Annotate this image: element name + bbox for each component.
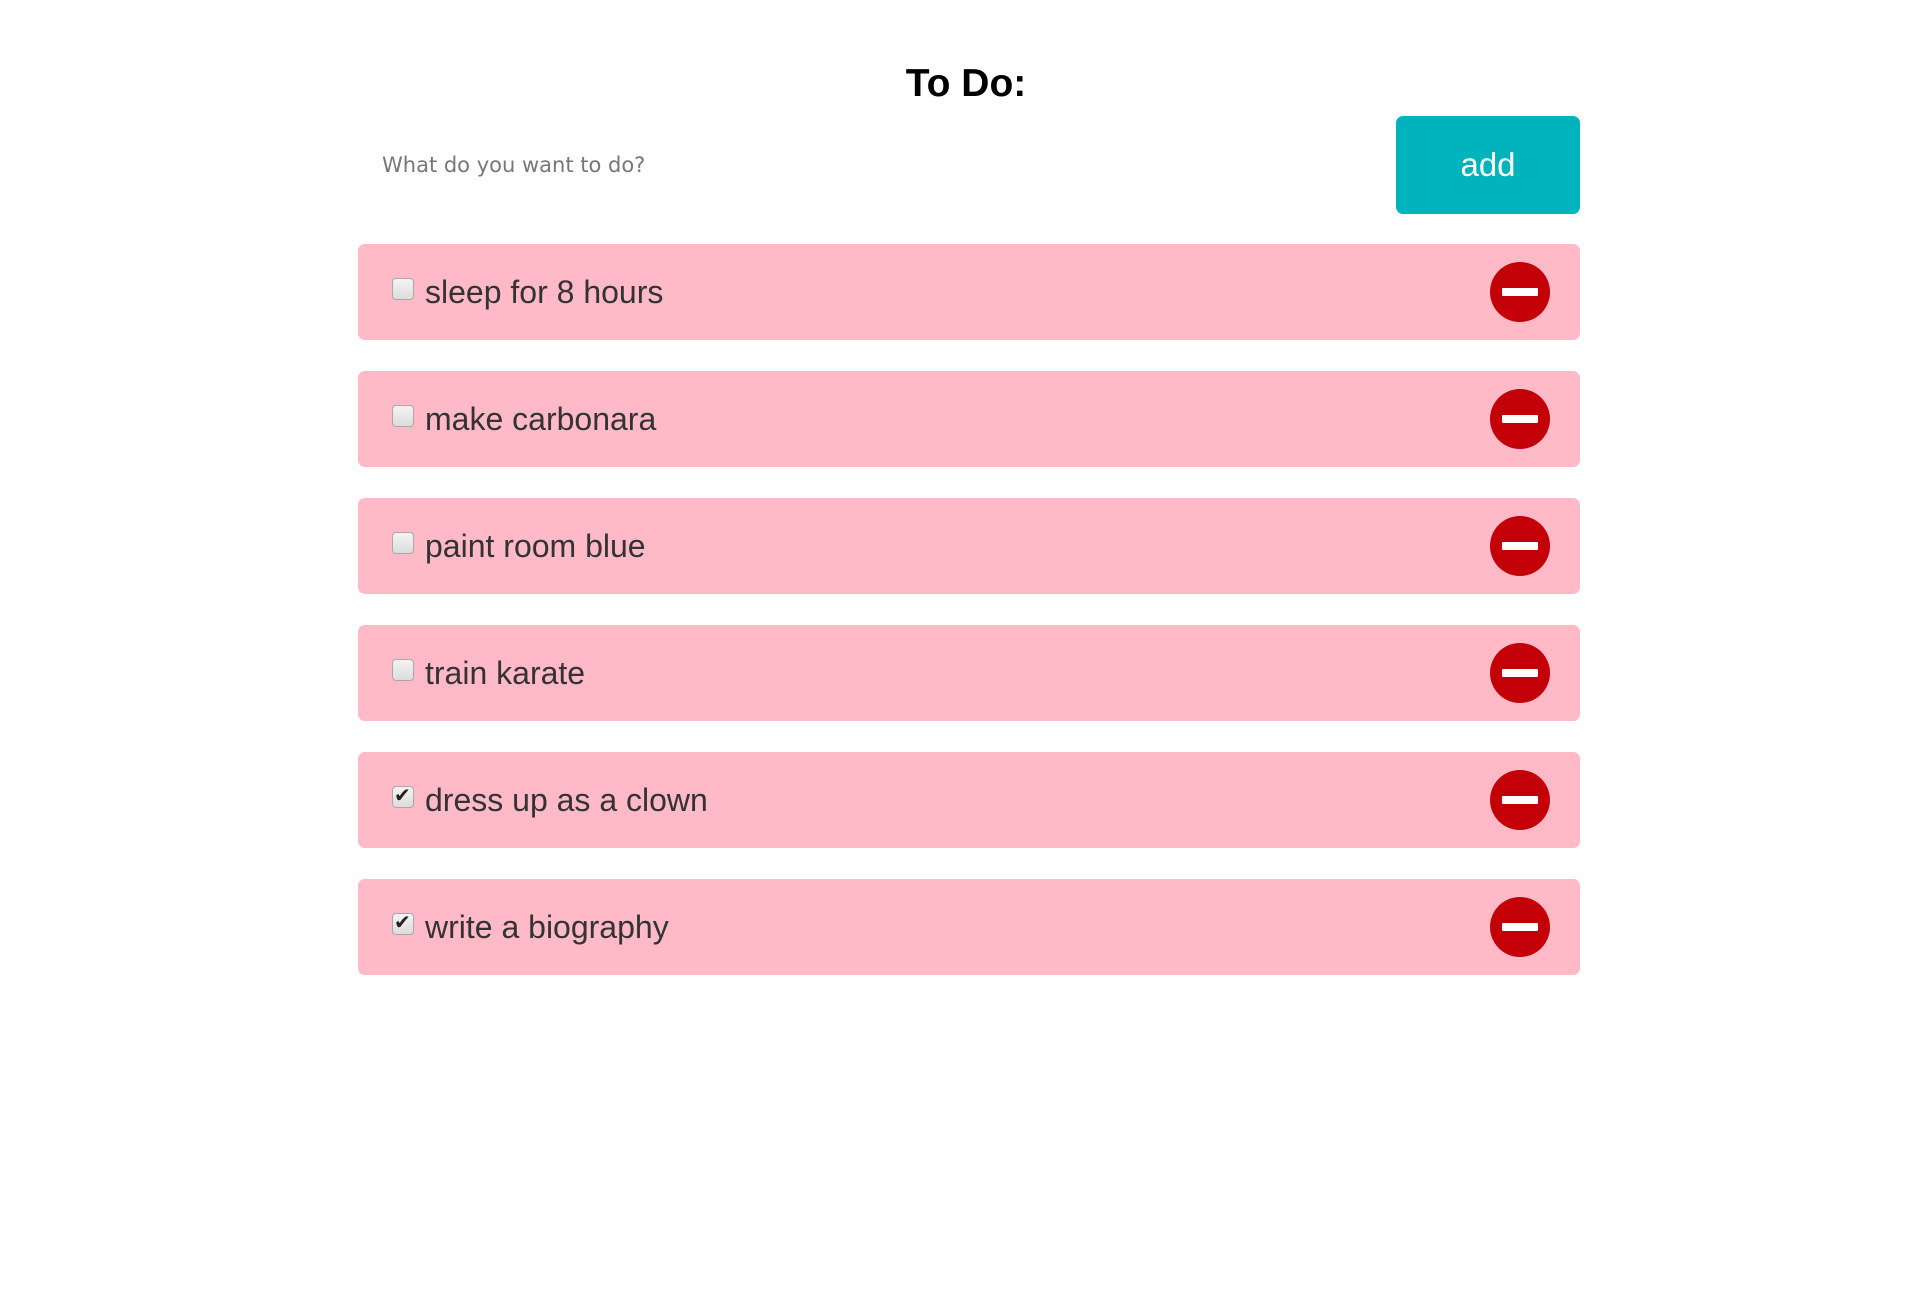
minus-icon	[1502, 288, 1538, 296]
todo-text: train karate	[425, 655, 586, 691]
remove-button[interactable]	[1490, 389, 1550, 449]
page-title: To Do:	[905, 62, 1027, 106]
minus-icon	[1502, 669, 1538, 677]
todo-text: make carbonara	[425, 401, 657, 437]
todo-checkbox[interactable]	[392, 278, 414, 300]
todo-item: train karate	[358, 625, 1580, 721]
add-todo-form: add	[358, 116, 1580, 214]
todo-item: ✔ write a biography	[358, 879, 1580, 975]
todo-checkbox[interactable]: ✔	[392, 783, 414, 808]
remove-button[interactable]	[1490, 643, 1550, 703]
minus-icon	[1502, 923, 1538, 931]
remove-button[interactable]	[1490, 897, 1550, 957]
new-todo-input[interactable]	[358, 116, 1388, 214]
todo-text: write a biography	[425, 909, 669, 945]
todo-item: sleep for 8 hours	[358, 244, 1580, 340]
checkmark-icon: ✔	[394, 783, 411, 807]
remove-button[interactable]	[1490, 262, 1550, 322]
todo-item: ✔ dress up as a clown	[358, 752, 1580, 848]
checkmark-icon: ✔	[394, 910, 411, 934]
todo-item: paint room blue	[358, 498, 1580, 594]
todo-checkbox[interactable]	[392, 532, 414, 554]
todo-text: dress up as a clown	[425, 782, 708, 818]
todo-checkbox[interactable]	[392, 405, 414, 427]
todo-checkbox[interactable]: ✔	[392, 910, 414, 935]
minus-icon	[1502, 415, 1538, 423]
remove-button[interactable]	[1490, 516, 1550, 576]
todo-text: paint room blue	[425, 528, 646, 564]
add-button[interactable]: add	[1396, 116, 1580, 214]
remove-button[interactable]	[1490, 770, 1550, 830]
todo-item: make carbonara	[358, 371, 1580, 467]
todo-list: sleep for 8 hours make carbonara paint r…	[358, 244, 1580, 1006]
todo-checkbox[interactable]	[392, 659, 414, 681]
todo-app: To Do: add sleep for 8 hours make carbon…	[0, 0, 1932, 1298]
minus-icon	[1502, 796, 1538, 804]
todo-text: sleep for 8 hours	[425, 274, 664, 310]
minus-icon	[1502, 542, 1538, 550]
